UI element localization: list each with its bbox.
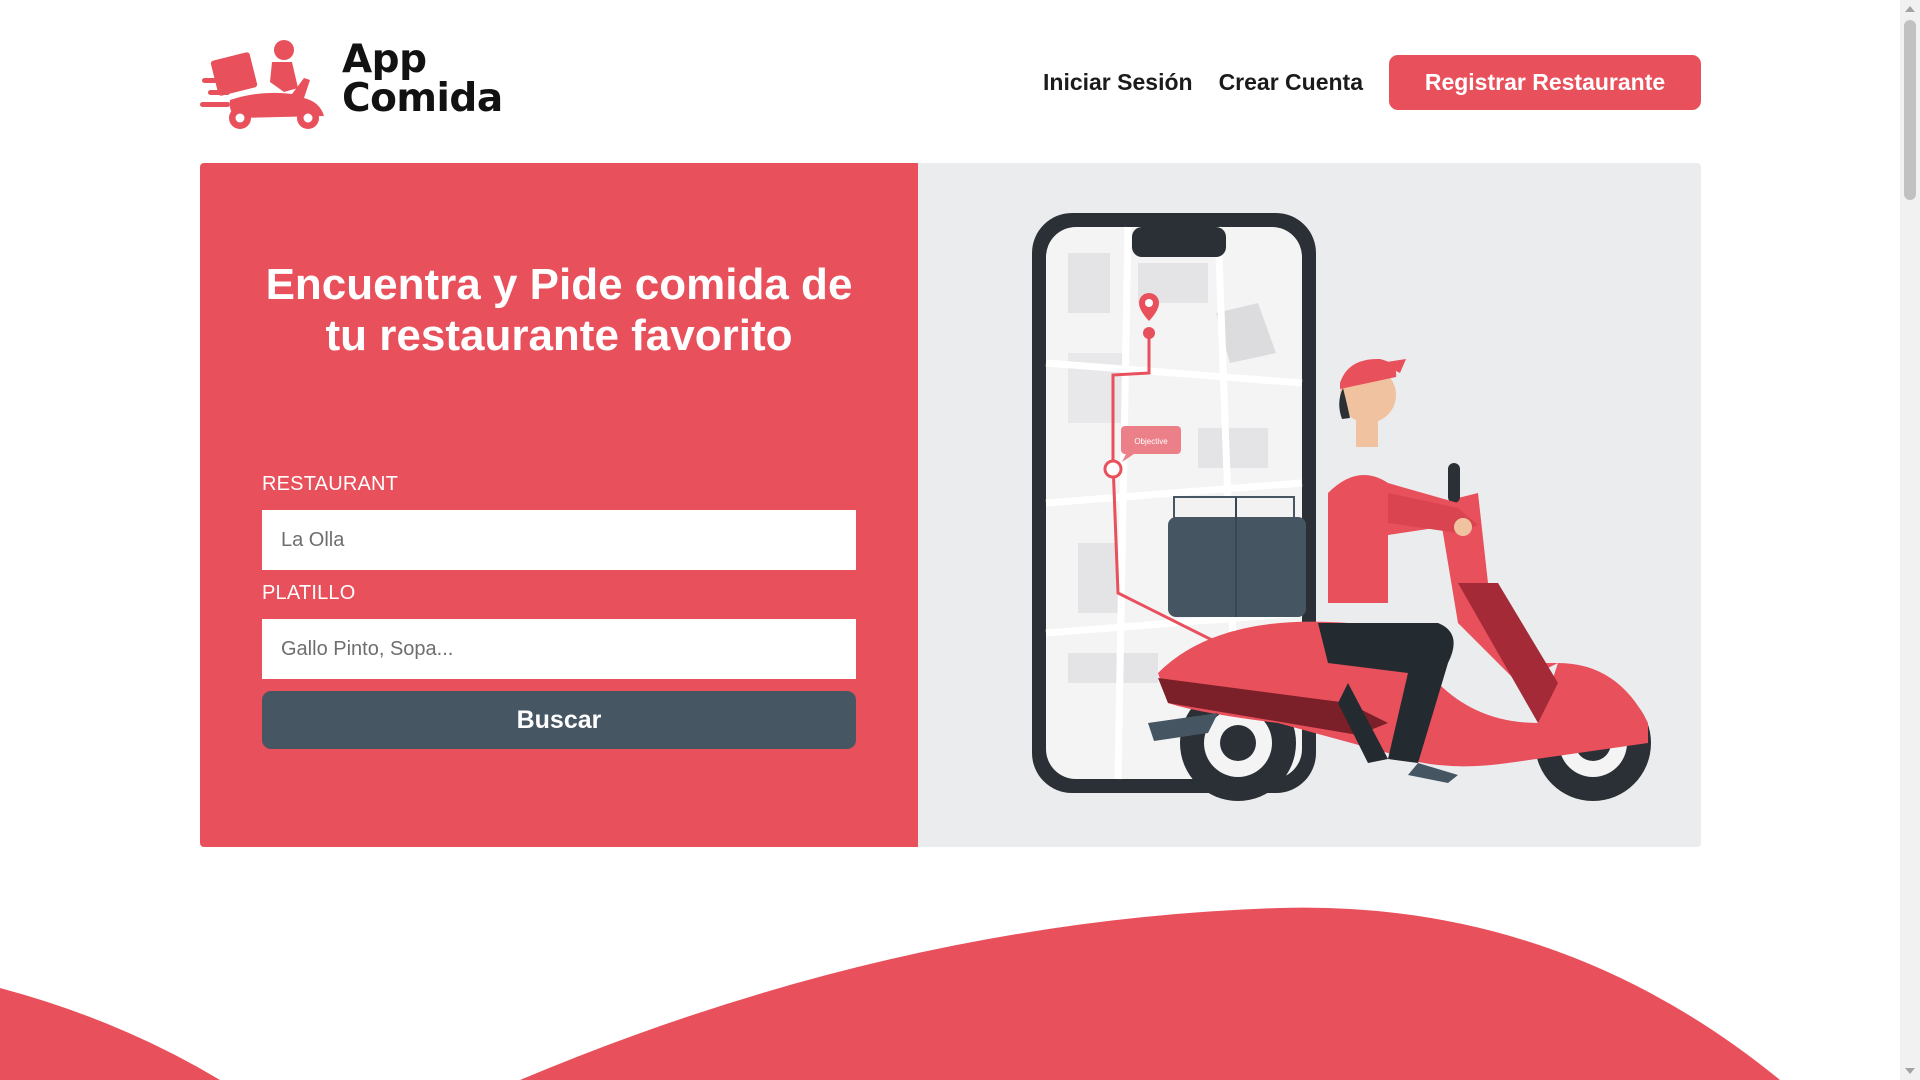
register-restaurant-button[interactable]: Registrar Restaurante [1389, 54, 1701, 110]
decorative-wave [0, 907, 1780, 1080]
scroll-up-icon[interactable] [1905, 6, 1915, 12]
search-panel: Encuentra y Pide comida de tu restaurant… [200, 163, 918, 847]
signup-link[interactable]: Crear Cuenta [1219, 69, 1363, 96]
search-button[interactable]: Buscar [262, 691, 856, 749]
hero-title: Encuentra y Pide comida de tu restaurant… [265, 260, 853, 360]
scroll-down-icon[interactable] [1905, 1068, 1915, 1074]
login-link[interactable]: Iniciar Sesión [1043, 69, 1193, 96]
logo-line-1: App [342, 37, 427, 82]
delivery-illustration: Objective [1032, 213, 1651, 801]
dish-label: PLATILLO [262, 582, 356, 604]
dish-input[interactable] [262, 619, 856, 679]
logo-link[interactable]: App Comida [200, 36, 530, 136]
page-scrollbar[interactable] [1900, 0, 1920, 1080]
site-header: App Comida Iniciar Sesión Crear Cuenta R… [200, 36, 1701, 136]
hero-section: Encuentra y Pide comida de tu restaurant… [200, 163, 1701, 847]
top-nav: Iniciar Sesión Crear Cuenta Registrar Re… [1043, 54, 1701, 110]
restaurant-label: RESTAURANT [262, 473, 399, 495]
illustration-panel: Objective [918, 163, 1701, 847]
map-tag-text: Objective [1134, 437, 1168, 446]
logo-wordmark: App Comida [342, 40, 503, 118]
restaurant-input[interactable] [262, 510, 856, 570]
scroll-thumb[interactable] [1904, 20, 1916, 200]
delivery-scooter-icon [200, 40, 324, 129]
logo-line-2: Comida [342, 76, 503, 121]
